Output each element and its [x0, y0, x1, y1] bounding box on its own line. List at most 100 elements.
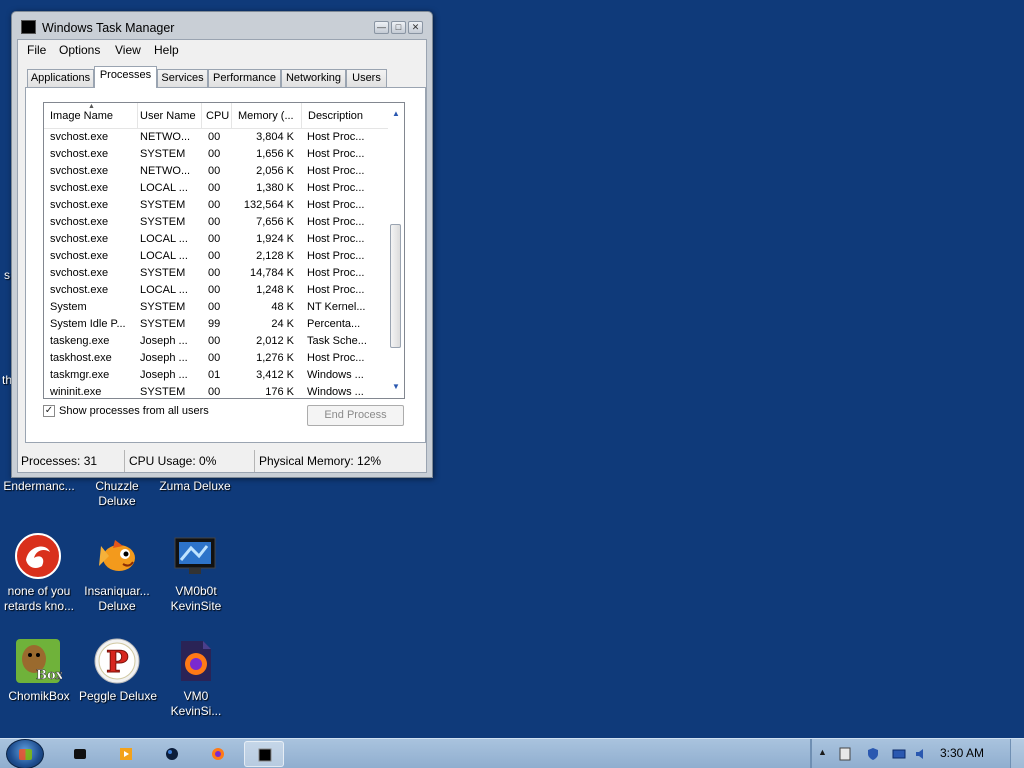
end-process-button[interactable]: End Process	[307, 405, 404, 426]
show-desktop-button[interactable]	[1010, 739, 1024, 768]
tab-services[interactable]: Services	[157, 69, 208, 87]
menu-bar: File Options View Help	[18, 40, 426, 60]
vertical-scrollbar[interactable]: ▲ ▼	[388, 103, 404, 398]
edge-text: s	[4, 268, 10, 282]
process-cpu-cell: 00	[208, 250, 221, 262]
process-user-cell: SYSTEM	[140, 318, 186, 330]
task-manager-icon	[258, 748, 272, 762]
desktop-icon-label[interactable]: Chuzzle Deluxe	[82, 479, 152, 509]
red-swirl-icon[interactable]	[14, 532, 62, 580]
process-memory-cell: 1,380 K	[256, 182, 294, 194]
taskbar-media-player-button[interactable]	[106, 741, 146, 767]
close-button[interactable]: ✕	[408, 21, 423, 34]
process-row[interactable]: wininit.exe SYSTEM 00 176 K Windows ...	[44, 384, 390, 398]
menu-file[interactable]: File	[27, 43, 46, 57]
process-user-cell: LOCAL ...	[140, 233, 188, 245]
blue-orb-icon	[166, 748, 178, 760]
process-cpu-cell: 00	[208, 131, 221, 143]
taskbar-orb-button[interactable]	[152, 741, 192, 767]
tray-network-icon[interactable]	[892, 747, 906, 761]
process-row[interactable]: svchost.exe LOCAL ... 00 1,380 K Host Proc..…	[44, 180, 390, 197]
tab-performance[interactable]: Performance	[208, 69, 281, 87]
process-row[interactable]: taskmgr.exe Joseph ... 01 3,412 K Windows ..…	[44, 367, 390, 384]
desktop-icon-label[interactable]: ChomikBox	[2, 689, 76, 704]
taskbar-task-manager-button[interactable]	[244, 741, 284, 767]
desktop-icon-label[interactable]: VM0b0t KevinSite	[156, 584, 236, 614]
process-image-cell: taskmgr.exe	[50, 369, 110, 381]
process-row[interactable]: svchost.exe LOCAL ... 00 1,248 K Host Proc..…	[44, 282, 390, 299]
desktop-icon-label[interactable]: Insaniquar... Deluxe	[80, 584, 154, 614]
taskbar-firefox-button[interactable]	[198, 741, 238, 767]
process-row[interactable]: svchost.exe NETWO... 00 3,804 K Host Proc...	[44, 129, 390, 146]
tray-shield-icon[interactable]	[866, 747, 880, 761]
process-row[interactable]: System SYSTEM 00 48 K NT Kernel...	[44, 299, 390, 316]
svg-text:Box: Box	[36, 668, 62, 683]
start-button[interactable]	[6, 739, 44, 768]
show-all-processes-checkbox[interactable]: ✓	[43, 405, 55, 417]
tray-document-icon[interactable]	[838, 747, 852, 761]
scrollbar-thumb[interactable]	[390, 224, 401, 348]
process-cpu-cell: 00	[208, 267, 221, 279]
menu-options[interactable]: Options	[59, 43, 100, 57]
process-desc-cell: Host Proc...	[307, 267, 365, 279]
process-image-cell: svchost.exe	[50, 267, 109, 279]
process-row[interactable]: svchost.exe LOCAL ... 00 1,924 K Host Proc..…	[44, 231, 390, 248]
task-manager-window[interactable]: Windows Task Manager — □ ✕ File Options …	[11, 11, 433, 478]
process-memory-cell: 132,564 K	[243, 199, 294, 211]
process-desc-cell: Host Proc...	[307, 352, 365, 364]
maximize-button[interactable]: □	[391, 21, 406, 34]
process-desc-cell: Host Proc...	[307, 165, 365, 177]
tab-applications[interactable]: Applications	[27, 69, 94, 87]
tray-volume-icon[interactable]	[914, 747, 928, 761]
taskbar: ▲ 3:30 AM	[0, 738, 1024, 768]
process-list[interactable]: ▲ Image Name User Name CPU Memory (... D…	[43, 102, 405, 399]
process-row[interactable]: taskhost.exe Joseph ... 00 1,276 K Host Proc…	[44, 350, 390, 367]
column-user-name[interactable]: User Name	[134, 103, 202, 129]
tab-networking[interactable]: Networking	[281, 69, 346, 87]
title-bar[interactable]: Windows Task Manager — □ ✕	[12, 12, 432, 40]
process-cpu-cell: 99	[208, 318, 221, 330]
process-row[interactable]: System Idle P... SYSTEM 99 24 K Percenta...	[44, 316, 390, 333]
process-memory-cell: 2,012 K	[256, 335, 294, 347]
scroll-up-arrow-icon[interactable]: ▲	[390, 108, 402, 120]
column-cpu[interactable]: CPU	[200, 103, 232, 129]
minimize-button[interactable]: —	[374, 21, 389, 34]
process-desc-cell: Host Proc...	[307, 284, 365, 296]
column-memory[interactable]: Memory (...	[232, 103, 302, 129]
desktop-icon-label[interactable]: Endermanc...	[2, 479, 76, 494]
process-image-cell: svchost.exe	[50, 148, 109, 160]
process-row[interactable]: svchost.exe SYSTEM 00 7,656 K Host Proc...	[44, 214, 390, 231]
process-memory-cell: 24 K	[271, 318, 294, 330]
desktop-icon-label[interactable]: VM0 KevinSi...	[156, 689, 236, 719]
scroll-down-arrow-icon[interactable]: ▼	[390, 381, 402, 393]
column-image-name[interactable]: ▲ Image Name	[44, 103, 138, 129]
menu-view[interactable]: View	[115, 43, 141, 57]
process-row[interactable]: svchost.exe NETWO... 00 2,056 K Host Proc...	[44, 163, 390, 180]
firefox-file-icon[interactable]	[171, 637, 219, 685]
svg-text:P: P	[106, 645, 129, 680]
process-row[interactable]: svchost.exe LOCAL ... 00 2,128 K Host Proc..…	[44, 248, 390, 265]
process-row[interactable]: svchost.exe SYSTEM 00 1,656 K Host Proc...	[44, 146, 390, 163]
process-user-cell: Joseph ...	[140, 335, 188, 347]
tab-users[interactable]: Users	[346, 69, 387, 87]
fish-icon[interactable]	[93, 532, 141, 580]
process-user-cell: LOCAL ...	[140, 250, 188, 262]
desktop-icon-label[interactable]: none of you retards kno...	[2, 584, 76, 614]
peggle-icon[interactable]: P	[93, 637, 141, 685]
desktop-icon-label[interactable]: Zuma Deluxe	[155, 479, 235, 494]
show-hidden-icons-arrow-icon[interactable]: ▲	[818, 747, 827, 757]
process-row[interactable]: svchost.exe SYSTEM 00 14,784 K Host Proc...	[44, 265, 390, 282]
taskbar-cmd-button[interactable]	[60, 741, 100, 767]
process-desc-cell: Windows ...	[307, 369, 364, 381]
menu-help[interactable]: Help	[154, 43, 179, 57]
chomikbox-icon[interactable]: Box	[14, 637, 62, 685]
column-description[interactable]: Description	[302, 103, 390, 129]
process-row[interactable]: taskeng.exe Joseph ... 00 2,012 K Task Sche.…	[44, 333, 390, 350]
tab-processes[interactable]: Processes	[94, 66, 157, 88]
desktop-icon-label[interactable]: Peggle Deluxe	[78, 689, 158, 704]
process-memory-cell: 2,056 K	[256, 165, 294, 177]
monitor-icon[interactable]	[171, 532, 219, 580]
process-row[interactable]: svchost.exe SYSTEM 00 132,564 K Host Proc...	[44, 197, 390, 214]
process-cpu-cell: 00	[208, 199, 221, 211]
taskbar-clock[interactable]: 3:30 AM	[940, 746, 984, 760]
